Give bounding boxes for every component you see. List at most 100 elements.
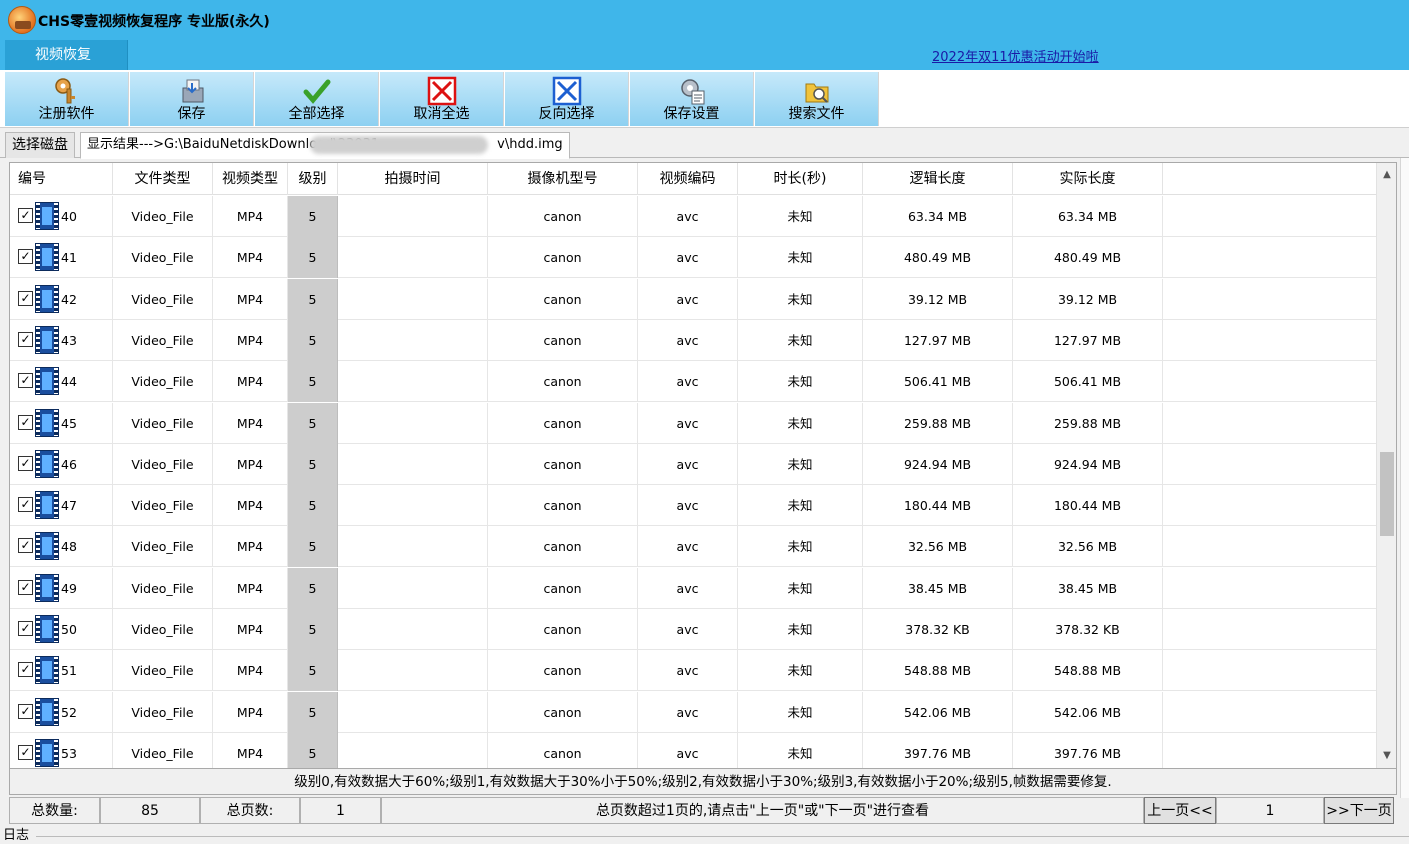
- deselect-all-button[interactable]: 取消全选: [380, 72, 504, 126]
- cell-logical: 127.97 MB: [863, 319, 1013, 361]
- row-checkbox[interactable]: ✓: [18, 703, 33, 719]
- video-file-icon: [35, 738, 59, 767]
- row-checkbox[interactable]: ✓: [18, 662, 33, 678]
- total-count-label: 总数量:: [9, 797, 100, 824]
- cell-logical: 38.45 MB: [863, 567, 1013, 609]
- cell-video-type: MP4: [213, 278, 288, 320]
- table-row[interactable]: ✓ 49 Video_File MP4 5 canon avc 未知 38.45 MB 38.45…: [10, 567, 1376, 609]
- cell-time: [338, 237, 488, 279]
- col-video-codec[interactable]: 视频编码: [638, 163, 738, 195]
- tab-select-disk[interactable]: 选择磁盘: [5, 132, 75, 158]
- table-row[interactable]: ✓ 50 Video_File MP4 5 canon avc 未知 378.32 KB 378.…: [10, 609, 1376, 650]
- promo-link[interactable]: 2022年双11优惠活动开始啦: [932, 46, 1099, 65]
- table-row[interactable]: ✓ 48 Video_File MP4 5 canon avc 未知 32.56 MB 32.56…: [10, 526, 1376, 568]
- video-file-icon: [35, 532, 59, 561]
- video-file-icon: [35, 656, 59, 685]
- cell-level: 5: [288, 278, 338, 320]
- col-camera-model[interactable]: 摄像机型号: [488, 163, 638, 195]
- table-row[interactable]: ✓ 45 Video_File MP4 5 canon avc 未知 259.88 MB 259.…: [10, 402, 1376, 444]
- cell-duration: 未知: [738, 402, 863, 444]
- col-file-type[interactable]: 文件类型: [113, 163, 213, 195]
- cell-duration: 未知: [738, 567, 863, 609]
- scroll-up-icon[interactable]: ▲: [1377, 165, 1396, 185]
- cell-time: [338, 567, 488, 609]
- table-row[interactable]: ✓ 53 Video_File MP4 5 canon avc 未知 397.76 MB 397.…: [10, 732, 1376, 768]
- table-row[interactable]: ✓ 46 Video_File MP4 5 canon avc 未知 924.94 MB 924.…: [10, 443, 1376, 485]
- log-panel: 日志: [0, 828, 1409, 844]
- cell-logical: 506.41 MB: [863, 361, 1013, 403]
- col-actual-length[interactable]: 实际长度: [1013, 163, 1163, 195]
- cell-camera: canon: [488, 650, 638, 692]
- save-settings-button[interactable]: 保存设置: [630, 72, 754, 126]
- table-row[interactable]: ✓ 42 Video_File MP4 5 canon avc 未知 39.12 MB 39.12…: [10, 278, 1376, 320]
- blue-x-box-icon: [552, 76, 581, 106]
- save-settings-label: 保存设置: [663, 106, 720, 122]
- cell-video-type: MP4: [213, 237, 288, 279]
- table-row[interactable]: ✓ 51 Video_File MP4 5 canon avc 未知 548.88 MB 548.…: [10, 650, 1376, 692]
- row-checkbox[interactable]: ✓: [18, 331, 33, 347]
- row-id: 51: [61, 663, 77, 679]
- col-logical-length[interactable]: 逻辑长度: [863, 163, 1013, 195]
- cell-logical: 180.44 MB: [863, 485, 1013, 527]
- row-checkbox[interactable]: ✓: [18, 290, 33, 306]
- cell-codec: avc: [638, 196, 738, 237]
- col-duration[interactable]: 时长(秒): [738, 163, 863, 195]
- cell-file-type: Video_File: [113, 402, 213, 444]
- cell-time: [338, 443, 488, 485]
- cell-video-type: MP4: [213, 485, 288, 527]
- deselect-all-label: 取消全选: [413, 106, 470, 122]
- col-video-type[interactable]: 视频类型: [213, 163, 288, 195]
- cell-actual: 924.94 MB: [1013, 443, 1163, 485]
- cell-time: [338, 732, 488, 768]
- row-checkbox[interactable]: ✓: [18, 579, 33, 595]
- col-level[interactable]: 级别: [288, 163, 338, 195]
- scroll-down-icon[interactable]: ▼: [1377, 746, 1396, 766]
- tab-video-recovery[interactable]: 视频恢复: [5, 40, 128, 70]
- table-row[interactable]: ✓ 43 Video_File MP4 5 canon avc 未知 127.97 MB 127.…: [10, 319, 1376, 361]
- col-capture-time[interactable]: 拍摄时间: [338, 163, 488, 195]
- prev-page-button[interactable]: 上一页<<: [1144, 797, 1216, 824]
- cell-actual: 542.06 MB: [1013, 691, 1163, 733]
- row-checkbox[interactable]: ✓: [18, 373, 33, 389]
- cell-id: ✓ 50: [10, 609, 113, 650]
- cell-id: ✓ 53: [10, 732, 113, 768]
- row-checkbox[interactable]: ✓: [18, 208, 33, 223]
- cell-actual: 63.34 MB: [1013, 196, 1163, 237]
- level-legend: 级别0,有效数据大于60%;级别1,有效数据大于30%小于50%;级别2,有效数…: [9, 769, 1397, 795]
- cell-file-type: Video_File: [113, 526, 213, 568]
- row-id: 47: [61, 498, 77, 514]
- register-software-button[interactable]: 注册软件: [5, 72, 129, 126]
- search-files-label: 搜索文件: [788, 106, 845, 122]
- row-checkbox[interactable]: ✓: [18, 249, 33, 265]
- cell-time: [338, 319, 488, 361]
- search-files-button[interactable]: 搜索文件: [755, 72, 879, 126]
- cell-time: [338, 361, 488, 403]
- cell-time: [338, 278, 488, 320]
- row-checkbox[interactable]: ✓: [18, 414, 33, 430]
- cell-duration: 未知: [738, 278, 863, 320]
- scroll-thumb[interactable]: [1380, 452, 1394, 536]
- row-id: 44: [61, 374, 77, 390]
- vertical-scrollbar[interactable]: ▲ ▼: [1376, 163, 1396, 768]
- table-row[interactable]: ✓ 47 Video_File MP4 5 canon avc 未知 180.44 MB 180.…: [10, 485, 1376, 527]
- invert-selection-button[interactable]: 反向选择: [505, 72, 629, 126]
- row-checkbox[interactable]: ✓: [18, 621, 33, 636]
- cell-file-type: Video_File: [113, 196, 213, 237]
- save-button[interactable]: 保存: [130, 72, 254, 126]
- cell-id: ✓ 48: [10, 526, 113, 568]
- cell-file-type: Video_File: [113, 650, 213, 692]
- save-label: 保存: [177, 106, 206, 122]
- row-checkbox[interactable]: ✓: [18, 497, 33, 513]
- row-checkbox[interactable]: ✓: [18, 538, 33, 554]
- table-row[interactable]: ✓ 41 Video_File MP4 5 canon avc 未知 480.49 MB 480.…: [10, 237, 1376, 279]
- select-all-button[interactable]: 全部选择: [255, 72, 379, 126]
- table-row[interactable]: ✓ 44 Video_File MP4 5 canon avc 未知 506.41 MB 506.…: [10, 361, 1376, 403]
- table-row[interactable]: ✓ 52 Video_File MP4 5 canon avc 未知 542.06 MB 542.…: [10, 691, 1376, 733]
- row-checkbox[interactable]: ✓: [18, 744, 33, 760]
- cell-id: ✓ 49: [10, 567, 113, 609]
- current-page-field[interactable]: 1: [1216, 797, 1324, 824]
- next-page-button[interactable]: >>下一页: [1324, 797, 1394, 824]
- col-id[interactable]: 编号: [10, 163, 113, 195]
- table-row[interactable]: ✓ 40 Video_File MP4 5 canon avc 未知 63.34 MB 63.34…: [10, 196, 1376, 237]
- row-checkbox[interactable]: ✓: [18, 455, 33, 471]
